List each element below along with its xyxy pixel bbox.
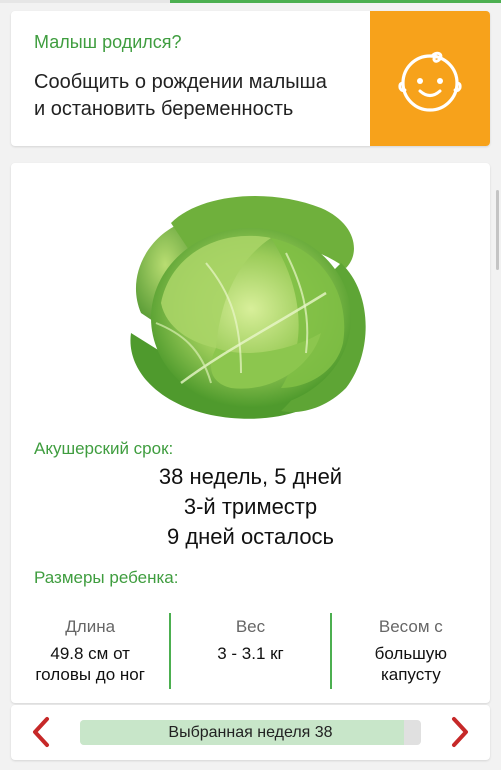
baby-born-banner[interactable]: Малыш родился? Сообщить о рождении малыш… <box>11 11 490 146</box>
stat-length-value-line1: 49.8 см от <box>50 644 130 663</box>
banner-text-line2: и остановить беременность <box>34 98 294 120</box>
term-days-left: 9 дней осталось <box>166 524 335 549</box>
term-weeks-days: 38 недель, 5 дней <box>158 464 343 489</box>
chevron-right-icon <box>452 717 468 747</box>
stat-comparison-value-line2: капусту <box>380 665 441 684</box>
stat-comparison: Весом с большую капусту <box>332 613 490 693</box>
next-week-button[interactable] <box>445 717 475 747</box>
obstetric-term-values: 38 недель, 5 дней 3-й триместр 9 дней ос… <box>11 462 490 552</box>
stat-length-label: Длина <box>65 617 116 636</box>
baby-sizes-stats: Длина 49.8 см от головы до ног Вес 3 - 3… <box>11 613 490 693</box>
banner-text[interactable]: Сообщить о рождении малыша и остановить … <box>34 69 374 123</box>
stat-weight: Вес 3 - 3.1 кг <box>171 613 329 693</box>
top-progress-bar <box>0 0 501 3</box>
obstetric-term-label: Акушерский срок: <box>34 439 174 458</box>
week-navigation-bar: Выбранная неделя 38 <box>11 705 490 760</box>
stat-weight-value: 3 - 3.1 кг <box>179 643 321 664</box>
pregnancy-week-card: Акушерский срок: 38 недель, 5 дней 3-й т… <box>11 163 490 703</box>
banner-text-line1: Сообщить о рождении малыша <box>34 71 327 93</box>
stat-weight-label: Вес <box>235 617 266 636</box>
baby-face-icon <box>398 51 462 112</box>
scrollbar[interactable] <box>496 190 499 270</box>
previous-week-button[interactable] <box>26 717 56 747</box>
stat-length-value-line2: головы до ног <box>35 665 145 684</box>
top-progress-fill <box>170 0 501 3</box>
stat-length: Длина 49.8 см от головы до ног <box>11 613 169 693</box>
stat-weight-value-line1: 3 - 3.1 кг <box>217 644 284 663</box>
term-trimester: 3-й триместр <box>183 494 318 519</box>
stat-comparison-value: большую капусту <box>340 643 482 685</box>
stat-comparison-value-line1: большую <box>374 644 448 663</box>
selected-week-label: Выбранная неделя 38 <box>168 724 333 741</box>
cabbage-image <box>111 183 381 428</box>
banner-title: Малыш родился? <box>34 32 182 52</box>
baby-sizes-label: Размеры ребенка: <box>34 568 179 587</box>
stat-comparison-label: Весом с <box>378 617 443 636</box>
stat-length-value: 49.8 см от головы до ног <box>19 643 161 685</box>
week-slider[interactable]: Выбранная неделя 38 <box>80 720 421 745</box>
chevron-left-icon <box>33 717 49 747</box>
baby-born-button[interactable] <box>370 11 490 146</box>
